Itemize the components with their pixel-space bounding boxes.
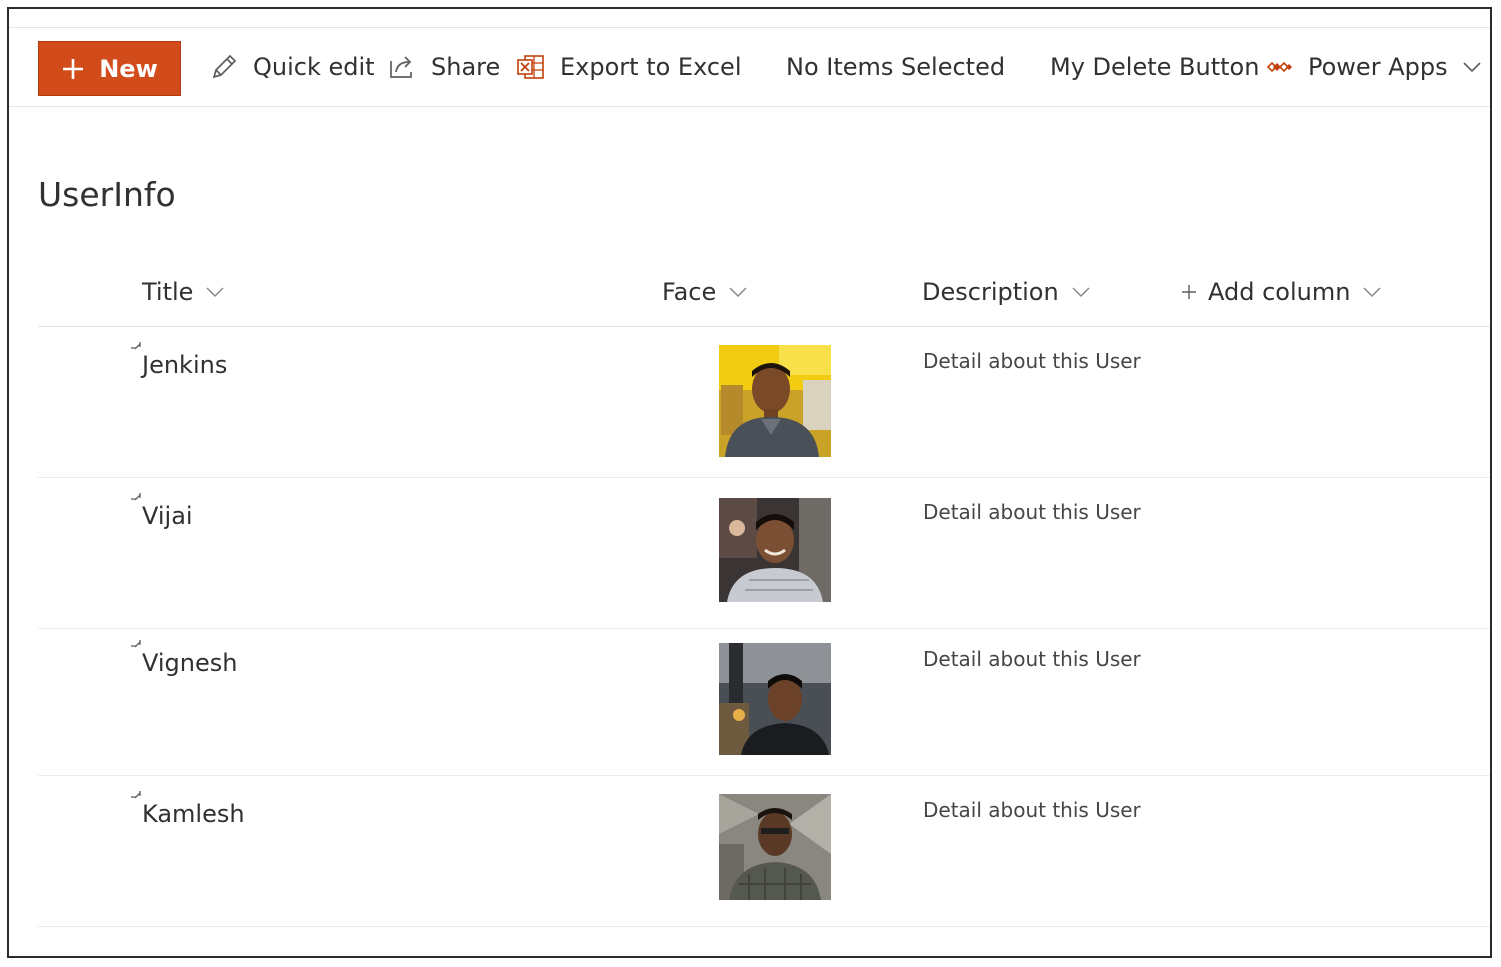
user-photo bbox=[719, 643, 831, 755]
selection-status-label: No Items Selected bbox=[786, 53, 1006, 81]
table-row[interactable]: Jenkins Detail about this User bbox=[38, 327, 1490, 478]
export-to-excel-label: Export to Excel bbox=[560, 53, 742, 81]
user-photo bbox=[719, 345, 831, 457]
app-frame: New Quick edit Share Export to Excel No … bbox=[7, 7, 1492, 958]
row-description: Detail about this User bbox=[923, 798, 1141, 822]
command-bar: New Quick edit Share Export to Excel No … bbox=[9, 27, 1490, 107]
power-apps-label: Power Apps bbox=[1308, 53, 1448, 81]
table-row[interactable]: Kamlesh Detail about this User bbox=[38, 776, 1490, 927]
row-title[interactable]: Vignesh bbox=[142, 649, 237, 677]
excel-icon bbox=[516, 52, 546, 82]
share-button[interactable]: Share bbox=[387, 28, 500, 106]
row-title[interactable]: Kamlesh bbox=[142, 800, 245, 828]
chevron-down-icon bbox=[728, 285, 748, 299]
user-photo bbox=[719, 498, 831, 610]
column-header-title[interactable]: Title bbox=[142, 272, 225, 312]
quick-edit-button[interactable]: Quick edit bbox=[209, 28, 375, 106]
row-description: Detail about this User bbox=[923, 647, 1141, 671]
row-description: Detail about this User bbox=[923, 500, 1141, 524]
column-header-description-label: Description bbox=[922, 278, 1059, 306]
pencil-icon bbox=[209, 52, 239, 82]
user-photo bbox=[719, 794, 831, 906]
quick-edit-label: Quick edit bbox=[253, 53, 375, 81]
chevron-down-icon bbox=[1462, 60, 1482, 74]
row-description: Detail about this User bbox=[923, 349, 1141, 373]
export-to-excel-button[interactable]: Export to Excel bbox=[516, 28, 742, 106]
chevron-down-icon bbox=[1362, 285, 1382, 299]
plus-icon bbox=[61, 57, 85, 81]
chevron-down-icon bbox=[1071, 285, 1091, 299]
row-title[interactable]: Vijai bbox=[142, 502, 193, 530]
column-header-description[interactable]: Description bbox=[922, 272, 1091, 312]
row-title[interactable]: Jenkins bbox=[142, 351, 227, 379]
my-delete-button-label: My Delete Button bbox=[1050, 53, 1260, 81]
new-button[interactable]: New bbox=[38, 41, 181, 96]
power-apps-icon bbox=[1266, 56, 1294, 78]
share-icon bbox=[387, 52, 417, 82]
column-header-face[interactable]: Face bbox=[662, 272, 748, 312]
share-label: Share bbox=[431, 53, 501, 81]
table-row[interactable]: Vignesh Detail about this User bbox=[38, 625, 1490, 776]
add-column-label: Add column bbox=[1208, 278, 1351, 306]
chevron-down-icon bbox=[205, 285, 225, 299]
power-apps-button[interactable]: Power Apps bbox=[1266, 28, 1482, 106]
column-header-title-label: Title bbox=[142, 278, 194, 306]
table-row[interactable]: Vijai Detail about this User bbox=[38, 478, 1490, 629]
column-header-face-label: Face bbox=[662, 278, 717, 306]
plus-icon bbox=[1180, 283, 1198, 301]
add-column-button[interactable]: Add column bbox=[1180, 272, 1382, 312]
new-button-label: New bbox=[99, 54, 158, 83]
my-delete-button[interactable]: My Delete Button bbox=[1050, 28, 1259, 106]
selection-status: No Items Selected bbox=[786, 28, 1005, 106]
list-title: UserInfo bbox=[38, 175, 176, 214]
